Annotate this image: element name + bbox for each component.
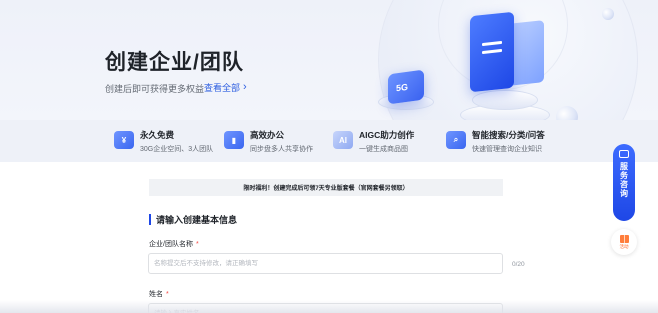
search-icon: ⌕ bbox=[446, 131, 466, 149]
promo-notice: 限时福利！创建完成后可领7天专业版套餐（官网套餐另领取） bbox=[149, 179, 503, 196]
feature-item: ▮ 高效办公 同步盘多人共享协作 bbox=[224, 129, 313, 154]
feature-item: AI AIGC助力创作 一键生成商品图 bbox=[333, 129, 414, 154]
feature-title: 永久免费 bbox=[140, 130, 175, 140]
view-all-label: 查看全部 bbox=[204, 83, 241, 93]
consult-label: 服务咨询 bbox=[619, 162, 629, 198]
feature-item: ⌕ 智能搜索/分类/问答 快速管理查询企业知识 bbox=[446, 129, 545, 154]
name-field-label: 企业/团队名称 * bbox=[149, 239, 199, 249]
section-accent-bar bbox=[149, 214, 151, 225]
bottom-fade bbox=[0, 300, 658, 313]
feature-desc: 一键生成商品图 bbox=[359, 146, 408, 153]
feature-strip: ¥ 永久免费 30G企业空间、3人团队 ▮ 高效办公 同步盘多人共享协作 AI … bbox=[0, 120, 658, 162]
consult-button[interactable]: 服务咨询 bbox=[613, 144, 635, 221]
team-name-input[interactable] bbox=[148, 253, 503, 274]
name-label-text: 企业/团队名称 bbox=[149, 241, 193, 248]
ai-icon: AI bbox=[333, 131, 353, 149]
feature-desc: 快速管理查询企业知识 bbox=[472, 146, 542, 153]
section-heading: 请输入创建基本信息 bbox=[149, 213, 237, 226]
sphere-icon bbox=[602, 8, 614, 20]
page-title: 创建企业/团队 bbox=[105, 51, 244, 74]
feature-title: 智能搜索/分类/问答 bbox=[472, 130, 545, 140]
chart-icon: ▮ bbox=[224, 131, 244, 149]
feature-desc: 30G企业空间、3人团队 bbox=[140, 146, 214, 153]
chat-icon bbox=[619, 150, 629, 158]
person-label-text: 姓名 bbox=[149, 291, 163, 298]
view-all-link[interactable]: 查看全部 › bbox=[204, 81, 247, 94]
feature-desc: 同步盘多人共享协作 bbox=[250, 146, 313, 153]
person-field-label: 姓名 * bbox=[149, 289, 169, 299]
gift-icon bbox=[619, 234, 629, 243]
platform-icon bbox=[472, 90, 538, 110]
activity-label: 活动 bbox=[619, 243, 629, 249]
feature-title: 高效办公 bbox=[250, 130, 285, 140]
storage-badge: 5G bbox=[396, 81, 409, 94]
required-mark: * bbox=[195, 241, 199, 248]
chevron-right-icon: › bbox=[243, 81, 247, 93]
section-title: 请输入创建基本信息 bbox=[156, 215, 238, 225]
hero-subtitle: 创建后即可获得更多权益 bbox=[105, 84, 205, 94]
storage-icon: 5G bbox=[388, 69, 424, 105]
feature-item: ¥ 永久免费 30G企业空间、3人团队 bbox=[114, 129, 213, 154]
feature-title: AIGC助力创作 bbox=[359, 130, 415, 140]
activity-button[interactable]: 活动 bbox=[611, 229, 637, 255]
coin-icon: ¥ bbox=[114, 131, 134, 149]
document-icon bbox=[470, 11, 514, 93]
required-mark: * bbox=[166, 291, 169, 298]
char-counter: 0/20 bbox=[512, 261, 525, 268]
